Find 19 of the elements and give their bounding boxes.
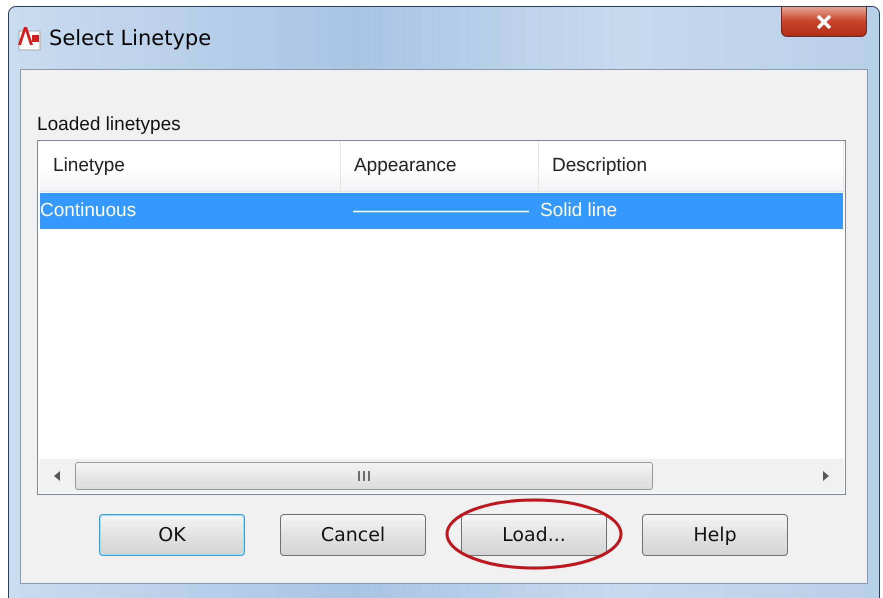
- app-icon: [17, 25, 41, 51]
- dialog-button[interactable]: Cancel: [280, 514, 426, 556]
- grip-icon: [358, 471, 370, 481]
- close-icon: [816, 14, 832, 28]
- linetype-description: Solid line: [540, 200, 618, 221]
- list-label: Loaded linetypes: [37, 114, 182, 136]
- close-button[interactable]: [781, 7, 867, 37]
- dialog-button[interactable]: OK: [99, 514, 245, 556]
- column-header[interactable]: Description: [552, 155, 648, 177]
- horizontal-scrollbar[interactable]: [39, 459, 844, 493]
- scroll-thumb[interactable]: [75, 462, 653, 490]
- column-header[interactable]: Appearance: [354, 155, 456, 177]
- dialog-button[interactable]: Load...: [461, 514, 607, 556]
- window-title: Select Linetype: [49, 26, 212, 50]
- dialog-button[interactable]: Help: [642, 514, 788, 556]
- scroll-left-icon[interactable]: [54, 471, 60, 481]
- column-header[interactable]: Linetype: [53, 155, 125, 177]
- linetype-name: Continuous: [40, 200, 136, 221]
- scroll-right-icon[interactable]: [823, 471, 829, 481]
